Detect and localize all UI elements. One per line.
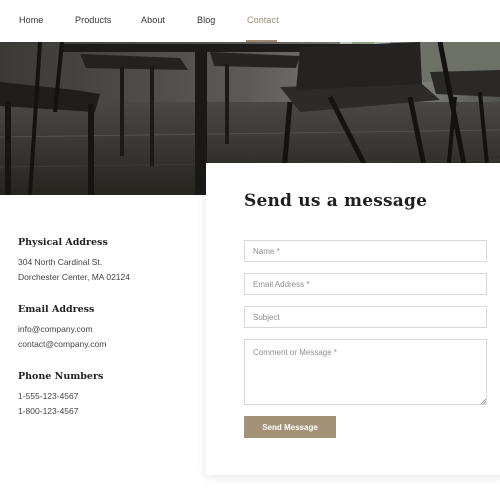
email-address-heading: Email Address bbox=[18, 304, 95, 315]
nav-blog-link[interactable]: Blog bbox=[197, 15, 215, 25]
contact-form-card: Send us a message Send Message bbox=[206, 163, 500, 475]
message-field-wrapper bbox=[244, 339, 487, 405]
phone-numbers-heading: Phone Numbers bbox=[18, 371, 104, 382]
phone-line-2[interactable]: 1-800-123-4567 bbox=[18, 404, 103, 419]
nav-products-link[interactable]: Products bbox=[75, 15, 111, 25]
email-address-section: Email Address info@company.com contact@c… bbox=[18, 304, 106, 352]
name-input[interactable] bbox=[244, 240, 487, 262]
address-line-2: Dorchester Center, MA 02124 bbox=[18, 272, 130, 282]
phone-numbers-section: Phone Numbers 1-555-123-4567 1-800-123-4… bbox=[18, 371, 103, 419]
email-input[interactable] bbox=[244, 273, 487, 295]
phone-line-1[interactable]: 1-555-123-4567 bbox=[18, 389, 103, 404]
send-message-button[interactable]: Send Message bbox=[244, 416, 336, 438]
physical-address-heading: Physical Address bbox=[18, 237, 108, 248]
nav-about-link[interactable]: About bbox=[141, 15, 165, 25]
nav-home-link[interactable]: Home bbox=[19, 15, 43, 25]
resize-grip-icon[interactable] bbox=[480, 398, 486, 404]
message-textarea[interactable] bbox=[244, 339, 487, 405]
address-line-1: 304 North Cardinal St. bbox=[18, 257, 103, 267]
top-navigation: Home Products About Blog Contact bbox=[0, 0, 500, 42]
physical-address-section: Physical Address 304 North Cardinal St. … bbox=[18, 237, 130, 285]
nav-contact-link[interactable]: Contact bbox=[247, 15, 279, 25]
email-line-2[interactable]: contact@company.com bbox=[18, 337, 106, 352]
form-title: Send us a message bbox=[244, 191, 428, 211]
subject-input[interactable] bbox=[244, 306, 487, 328]
email-line-1[interactable]: info@company.com bbox=[18, 322, 106, 337]
